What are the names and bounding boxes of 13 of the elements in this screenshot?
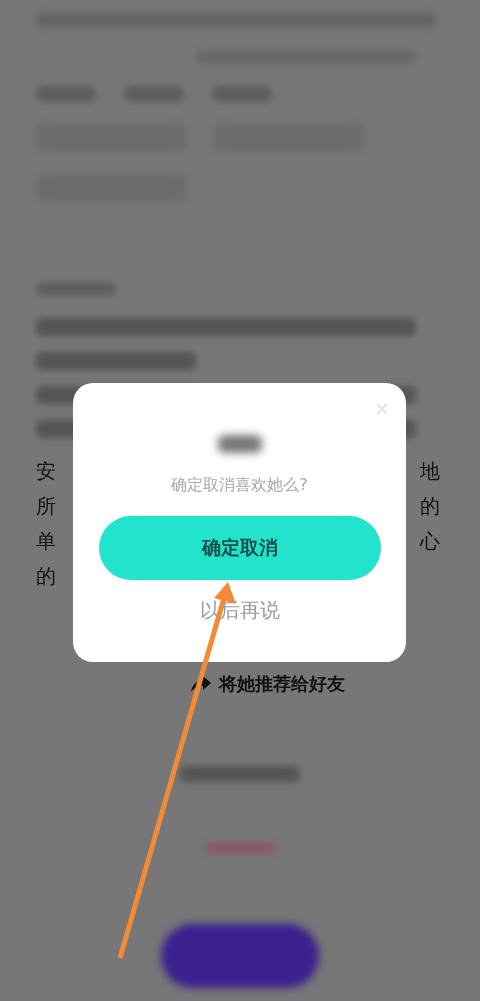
body-text: 所 [36, 493, 56, 520]
blurred-dialog-title [217, 435, 262, 453]
body-text: 心 [420, 528, 440, 555]
body-text: 安 [36, 458, 56, 485]
share-link[interactable]: 将她推荐给好友 [219, 672, 345, 696]
body-text: 地 [420, 458, 440, 485]
confirm-button[interactable]: 确定取消 [98, 516, 381, 580]
close-icon[interactable] [376, 403, 388, 415]
dialog-message: 确定取消喜欢她么? [171, 475, 308, 496]
body-text: 单 [36, 528, 56, 555]
body-text: 的 [420, 493, 440, 520]
share-arrow-icon [191, 676, 211, 692]
body-text: 的 [36, 563, 56, 590]
